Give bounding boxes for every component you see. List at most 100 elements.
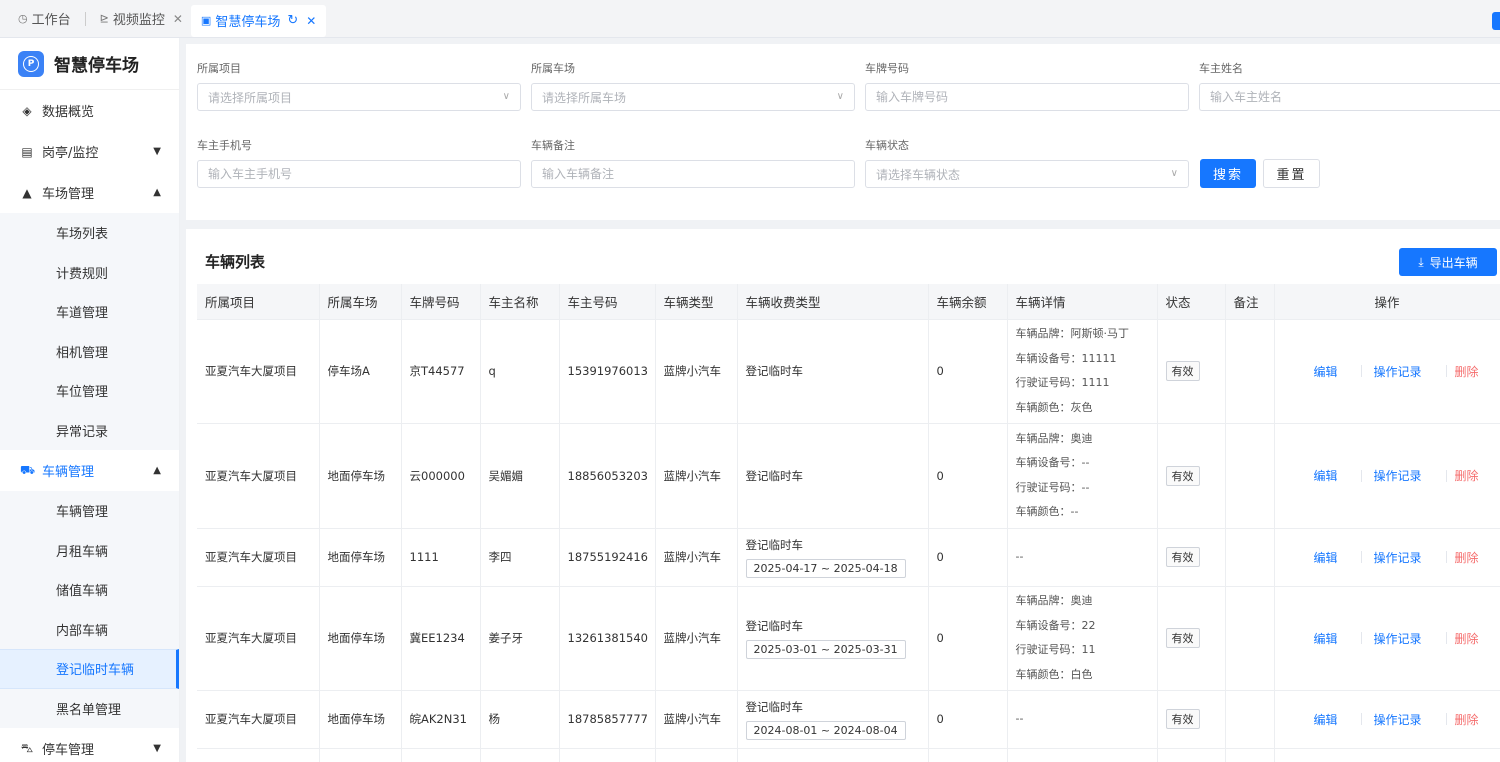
delete-link[interactable]: 删除 [1455,630,1479,647]
plate-input[interactable] [865,83,1189,111]
sidebar-item-vehicles[interactable]: 车辆管理 [0,491,179,531]
col-details: 车辆详情 [1007,284,1158,320]
lot-select[interactable]: 请选择所属车场 ∨ [531,83,855,111]
sidebar-item-exceptions[interactable]: 异常记录 [0,410,179,450]
cell-project: 亚夏汽车大厦项目 [197,690,320,749]
tab-bar-edge-button[interactable] [1492,12,1500,30]
plate-field[interactable] [876,90,1188,104]
detail-license: 行驶证号码：-- [1015,480,1090,494]
monitor-icon: ▤ [21,144,33,159]
table-row: 亚夏汽车大厦项目 地面停车场 冀EE1234 姜子牙 13261381540 蓝… [197,586,1500,691]
sidebar-item-blacklist[interactable]: 黑名单管理 [0,688,179,728]
cell-remark [1225,528,1275,587]
cell-type: 蓝牌小汽车 [655,423,738,529]
cell-type: 蓝牌小汽车 [655,528,738,587]
status-badge: 有效 [1165,361,1200,381]
fee-type-text: 登记临时车 [745,537,804,552]
cell-owner: 李四 [480,528,560,587]
delete-link[interactable]: 删除 [1455,549,1479,566]
table-row: 亚夏汽车大厦项目 地面停车场 云000000 吴媚媚 18856053203 蓝… [197,423,1500,529]
car-icon: ⛟ [20,462,36,477]
project-select[interactable]: 请选择所属项目 ∨ [197,83,521,111]
operation-log-link[interactable]: 操作记录 [1374,549,1422,566]
export-vehicles-button[interactable]: ⤓ 导出车辆 [1399,248,1497,276]
detail-brand: 车辆品牌：奥迪 [1015,431,1093,445]
status-label: 车辆状态 [865,139,909,152]
sidebar-item-overview[interactable]: ◈ 数据概览 [0,90,179,131]
phone-input[interactable] [197,160,521,188]
edit-link[interactable]: 编辑 [1314,549,1338,566]
edit-link[interactable]: 编辑 [1314,363,1338,380]
divider [1360,632,1362,644]
delete-link[interactable]: 删除 [1455,711,1479,728]
chevron-down-icon: ∨ [502,91,510,102]
cell-project: 亚夏汽车大厦项目 [197,423,320,529]
col-type: 车辆类型 [655,284,738,320]
remark-field[interactable] [542,167,854,181]
cell-actions: 编辑 操作记录 删除 [1274,423,1500,529]
cell-actions: 编辑 操作记录 删除 [1274,690,1500,749]
cell-remark [1225,423,1275,529]
sidebar-item-stored-value[interactable]: 储值车辆 [0,570,179,610]
cell-owner: 吴媚媚 [480,423,560,529]
sidebar-item-spaces[interactable]: 车位管理 [0,371,179,411]
sidebar-item-lot-list[interactable]: 车场列表 [0,213,179,253]
owner-field[interactable] [1210,90,1500,104]
cell-balance: 0 [928,586,1008,691]
edit-link[interactable]: 编辑 [1314,467,1338,484]
project-placeholder: 请选择所属项目 [208,90,293,105]
divider [1360,551,1362,563]
sidebar-item-lanes[interactable]: 车道管理 [0,292,179,332]
divider [1360,365,1362,377]
tab-workbench[interactable]: ◷ 工作台 [10,4,79,34]
reset-button[interactable]: 重置 [1263,159,1320,188]
chevron-down-icon: ▼ [153,146,161,157]
phone-field[interactable] [208,167,520,181]
cell-status: 有效 [1157,528,1226,587]
sidebar-item-billing-rules[interactable]: 计费规则 [0,252,179,292]
search-button[interactable]: 搜索 [1200,159,1256,188]
tab-video-monitor[interactable]: ⊵ 视频监控 ✕ [92,4,191,34]
delete-link[interactable]: 删除 [1455,363,1479,380]
sidebar-item-parking-management[interactable]: ⛍ 停车管理 ▼ [0,728,179,762]
operation-log-link[interactable]: 操作记录 [1374,467,1422,484]
status-select[interactable]: 请选择车辆状态 ∨ [865,160,1189,188]
cell-lot: 停车场A [319,319,402,424]
list-title: 车辆列表 [205,253,266,271]
cell-lot: 地面停车场 [319,586,402,691]
sidebar-item-lot-management[interactable]: ▲ 车场管理 ▲ [0,172,179,213]
dashboard-icon: ◷ [18,12,28,25]
owner-input[interactable] [1199,83,1500,111]
sidebar-item-cameras[interactable]: 相机管理 [0,331,179,371]
sidebar-item-monthly[interactable]: 月租车辆 [0,530,179,570]
owner-label: 车主姓名 [1199,62,1243,75]
tab-smart-parking[interactable]: ▣ 智慧停车场 ↻ ✕ [190,4,327,37]
chevron-down-icon: ∨ [1170,168,1178,179]
operation-log-link[interactable]: 操作记录 [1374,711,1422,728]
delete-link[interactable]: 删除 [1455,467,1479,484]
edit-link[interactable]: 编辑 [1314,630,1338,647]
operation-log-link[interactable]: 操作记录 [1374,363,1422,380]
close-icon[interactable]: ✕ [306,14,316,28]
cell-details: 车辆品牌：奥迪 车辆设备号：-- 行驶证号码：-- 车辆颜色：-- [1007,423,1158,529]
layers-icon: ◈ [22,103,32,118]
operation-log-link[interactable]: 操作记录 [1374,630,1422,647]
lot-label: 所属车场 [531,62,575,75]
cell-phone: 18785857777 [559,690,656,749]
divider [1445,713,1447,725]
sidebar-item-booth[interactable]: ▤ 岗亭/监控 ▼ [0,131,179,172]
sidebar-item-internal[interactable]: 内部车辆 [0,609,179,649]
table-row: 亚夏汽车大厦项目 地面停车场 皖AK2N31 杨 18785857777 蓝牌小… [197,690,1500,749]
sidebar-item-temp-registered[interactable]: 登记临时车辆 [0,649,179,689]
edit-link[interactable]: 编辑 [1314,711,1338,728]
cell-lot: 地面停车场 [319,690,402,749]
chevron-down-icon: ▼ [153,743,161,754]
remark-input[interactable] [531,160,855,188]
cell-status: 有效 [1157,319,1226,424]
cell-phone: 13261381540 [559,586,656,691]
refresh-icon[interactable]: ↻ [287,13,298,28]
sidebar-item-vehicle-management[interactable]: ⛟ 车辆管理 ▲ [0,450,179,491]
close-icon[interactable]: ✕ [173,12,183,26]
cell-balance: 0 [928,528,1008,587]
phone-label: 车主手机号 [197,139,252,152]
